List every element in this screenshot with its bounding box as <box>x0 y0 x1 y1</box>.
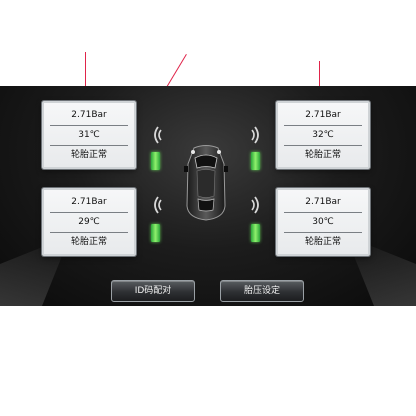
signal-wave-icon <box>154 196 162 214</box>
tire-pressure: 2.71Bar <box>71 110 107 120</box>
battery-icon <box>251 152 260 170</box>
tire-temperature: 30℃ <box>312 217 334 227</box>
signal-wave-icon <box>251 196 259 214</box>
tire-status: 轮胎正常 <box>70 150 107 160</box>
tire-pressure: 2.71Bar <box>305 197 341 207</box>
battery-icon <box>251 224 260 242</box>
id-pairing-button[interactable]: ID码配对 <box>111 280 195 302</box>
tire-card-rear-right: 2.71Bar 30℃ 轮胎正常 <box>276 188 370 256</box>
battery-icon <box>151 224 160 242</box>
tire-card-front-right: 2.71Bar 32℃ 轮胎正常 <box>276 101 370 169</box>
car-icon <box>184 145 228 221</box>
tire-card-rear-left: 2.71Bar 29℃ 轮胎正常 <box>42 188 136 256</box>
signal-wave-icon <box>251 126 259 144</box>
tire-pressure-settings-button[interactable]: 胎压设定 <box>220 280 304 302</box>
signal-wave-icon <box>154 126 162 144</box>
tire-pressure: 2.71Bar <box>305 110 341 120</box>
tire-temperature: 29℃ <box>78 217 100 227</box>
tire-status: 轮胎正常 <box>304 237 341 247</box>
tire-card-front-left: 2.71Bar 31℃ 轮胎正常 <box>42 101 136 169</box>
tire-status: 轮胎正常 <box>304 150 341 160</box>
battery-icon <box>151 152 160 170</box>
tire-temperature: 32℃ <box>312 130 334 140</box>
tire-pressure: 2.71Bar <box>71 197 107 207</box>
tire-status: 轮胎正常 <box>70 237 107 247</box>
tire-temperature: 31℃ <box>78 130 100 140</box>
